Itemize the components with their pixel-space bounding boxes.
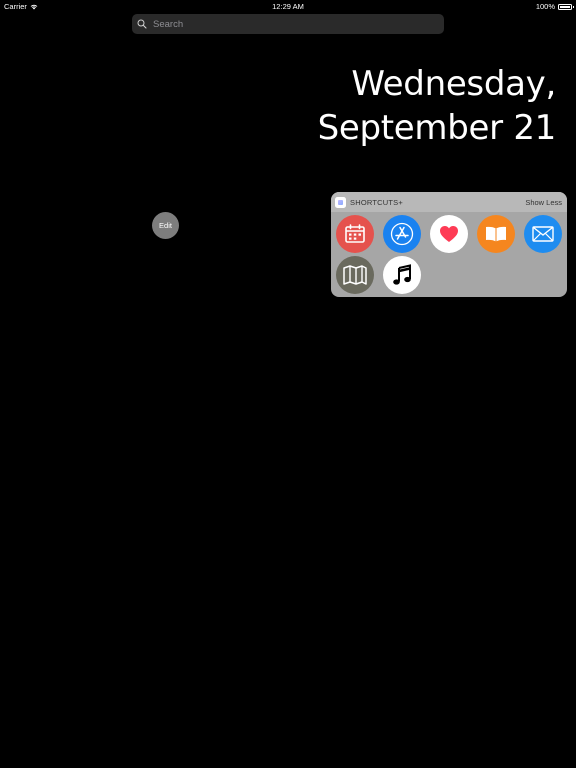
battery-percent: 100% [535, 2, 555, 11]
shortcut-mail[interactable] [524, 215, 562, 253]
maps-icon [343, 265, 367, 285]
status-bar: Carrier 12:29 AM 100% [0, 0, 576, 12]
shortcut-books[interactable] [477, 215, 515, 253]
show-less-button[interactable]: Show Less [525, 198, 562, 207]
search-bar[interactable] [132, 14, 444, 34]
weekday-label: Wednesday, [351, 64, 556, 104]
mail-icon [532, 226, 554, 242]
shortcut-app-store[interactable] [383, 215, 421, 253]
shortcut-music[interactable] [383, 256, 421, 294]
shortcuts-widget: SHORTCUTS+ Show Less [331, 192, 567, 297]
heart-icon [440, 226, 458, 242]
status-time: 12:29 AM [272, 2, 304, 11]
date-heading: Wednesday, September 21 [317, 62, 557, 150]
music-note-icon [393, 264, 411, 285]
shortcuts-app-icon [335, 196, 346, 208]
month-day-label: September 21 [317, 108, 557, 148]
battery-indicator: 100% [535, 2, 574, 11]
shortcut-calendar[interactable] [336, 215, 374, 253]
battery-icon [558, 3, 574, 10]
shortcut-maps[interactable] [336, 256, 374, 294]
app-store-icon [390, 222, 414, 246]
calendar-icon [345, 224, 365, 243]
shortcut-health[interactable] [430, 215, 468, 253]
widget-title: SHORTCUTS+ [350, 197, 403, 207]
search-input[interactable] [153, 18, 433, 30]
widget-header: SHORTCUTS+ Show Less [331, 192, 567, 212]
books-icon [486, 226, 506, 242]
search-icon [137, 19, 147, 29]
shortcut-grid [331, 212, 567, 297]
edit-button[interactable]: Edit [152, 212, 179, 239]
